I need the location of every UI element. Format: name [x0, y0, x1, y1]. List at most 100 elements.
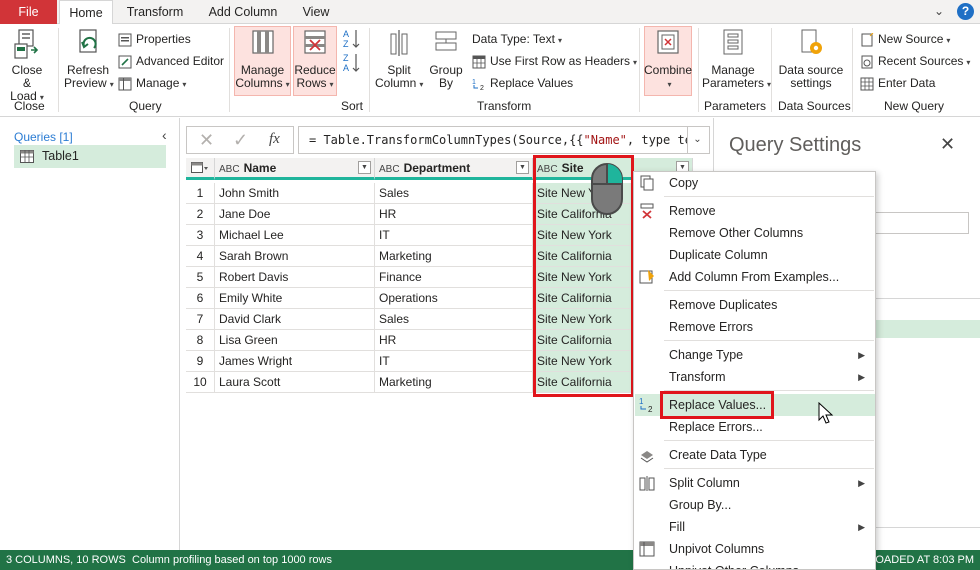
combine-button[interactable]: Combine ▾	[644, 28, 692, 91]
menu-item-label: Split Column	[669, 476, 740, 490]
menu-item-fill[interactable]: Fill ▶	[634, 516, 875, 538]
cell-name[interactable]: Emily White	[215, 288, 375, 309]
status-profiling[interactable]: Column profiling based on top 1000 rows	[132, 550, 332, 570]
replace-values-button[interactable]: 1 2 Replace Values	[472, 74, 573, 92]
sort-ascending-button[interactable]: AZ	[343, 28, 361, 49]
menu-item-remove[interactable]: Remove	[634, 200, 875, 222]
text-type-icon[interactable]: ABC	[537, 164, 558, 175]
manage-parameters-button[interactable]: Manage Parameters ▾	[702, 28, 771, 91]
tab-transform[interactable]: Transform	[118, 0, 192, 24]
table-menu-button[interactable]	[186, 158, 215, 180]
tab-file[interactable]: File	[0, 0, 57, 24]
recent-sources-button[interactable]: Recent Sources ▾	[860, 52, 970, 70]
cell-name[interactable]: James Wright	[215, 351, 375, 372]
cell-department[interactable]: HR	[375, 204, 533, 225]
cell-name[interactable]: David Clark	[215, 309, 375, 330]
query-name-input[interactable]	[874, 212, 969, 234]
row-number[interactable]: 10	[186, 372, 215, 393]
manage-parameters-label-1: Manage	[711, 63, 755, 77]
filter-dropdown-icon[interactable]: ▼	[516, 161, 529, 174]
tab-add-column[interactable]: Add Column	[198, 0, 288, 24]
cell-department[interactable]: IT	[375, 351, 533, 372]
formula-expand-chevron-icon[interactable]: ⌄	[686, 126, 710, 154]
menu-item-unpivot-other-columns[interactable]: Unpivot Other Columns	[634, 560, 875, 569]
cell-department[interactable]: Marketing	[375, 246, 533, 267]
properties-button[interactable]: Properties	[118, 30, 191, 48]
row-number[interactable]: 6	[186, 288, 215, 309]
row-number[interactable]: 8	[186, 330, 215, 351]
cell-name[interactable]: Michael Lee	[215, 225, 375, 246]
menu-item-remove-duplicates[interactable]: Remove Duplicates	[634, 294, 875, 316]
recent-sources-label: Recent Sources	[878, 54, 964, 68]
cell-name[interactable]: Sarah Brown	[215, 246, 375, 267]
menu-item-replace-errors[interactable]: Replace Errors...	[634, 416, 875, 438]
menu-item-split-column[interactable]: Split Column ▶	[634, 472, 875, 494]
filter-dropdown-icon[interactable]: ▼	[358, 161, 371, 174]
reduce-rows-button[interactable]: Reduce Rows ▾	[294, 28, 336, 91]
row-number[interactable]: 9	[186, 351, 215, 372]
text-type-icon[interactable]: ABC	[379, 164, 400, 175]
row-number[interactable]: 2	[186, 204, 215, 225]
row-number[interactable]: 7	[186, 309, 215, 330]
row-number[interactable]: 1	[186, 183, 215, 204]
row-number[interactable]: 5	[186, 267, 215, 288]
use-first-row-headers-button[interactable]: Use First Row as Headers ▾	[472, 52, 637, 70]
menu-item-change-type[interactable]: Change Type ▶	[634, 344, 875, 366]
cell-name[interactable]: Robert Davis	[215, 267, 375, 288]
menu-item-duplicate-column[interactable]: Duplicate Column	[634, 244, 875, 266]
close-icon[interactable]: ✕	[940, 134, 955, 155]
help-icon[interactable]: ?	[957, 3, 974, 20]
close-and-load-button[interactable]: Close & Load ▾	[6, 28, 48, 104]
row-number[interactable]: 4	[186, 246, 215, 267]
menu-item-group-by[interactable]: Group By...	[634, 494, 875, 516]
cell-department[interactable]: HR	[375, 330, 533, 351]
column-header-name[interactable]: ABC Name ▼	[215, 158, 375, 180]
data-type-dropdown[interactable]: Data Type: Text ▾	[472, 30, 562, 48]
cell-department[interactable]: Operations	[375, 288, 533, 309]
menu-item-remove-other-columns[interactable]: Remove Other Columns	[634, 222, 875, 244]
cell-department[interactable]: Marketing	[375, 372, 533, 393]
cell-department[interactable]: Sales	[375, 183, 533, 204]
new-source-button[interactable]: New Source ▾	[860, 30, 950, 48]
cell-department[interactable]: Sales	[375, 309, 533, 330]
split-column-button[interactable]: Split Column ▾	[375, 28, 423, 91]
cell-department[interactable]: Finance	[375, 267, 533, 288]
menu-item-create-data-type[interactable]: Create Data Type	[634, 444, 875, 466]
submenu-arrow-icon: ▶	[858, 522, 865, 532]
menu-item-copy[interactable]: Copy	[634, 172, 875, 194]
ribbon-collapse-chevron-icon[interactable]: ⌄	[932, 4, 946, 18]
fx-icon[interactable]: fx	[269, 131, 280, 148]
cell-name[interactable]: Jane Doe	[215, 204, 375, 225]
menu-item-add-column-from-examples[interactable]: Add Column From Examples...	[634, 266, 875, 288]
cell-name[interactable]: Lisa Green	[215, 330, 375, 351]
reduce-rows-icon	[304, 30, 326, 54]
ribbon-tab-bar: File Home Transform Add Column View ⌄ ?	[0, 0, 980, 25]
cell-name[interactable]: John Smith	[215, 183, 375, 204]
group-by-button[interactable]: Group By	[426, 28, 466, 90]
menu-item-unpivot-columns[interactable]: Unpivot Columns	[634, 538, 875, 560]
sort-descending-button[interactable]: ZA	[343, 52, 361, 73]
query-item-table1[interactable]: Table1	[14, 145, 166, 168]
tab-home[interactable]: Home	[59, 0, 113, 25]
row-number[interactable]: 3	[186, 225, 215, 246]
enter-data-button[interactable]: Enter Data	[860, 74, 935, 92]
commit-icon[interactable]: ✓	[233, 130, 248, 151]
column-header-department[interactable]: ABC Department ▼	[375, 158, 533, 180]
menu-item-remove-errors[interactable]: Remove Errors	[634, 316, 875, 338]
cell-name[interactable]: Laura Scott	[215, 372, 375, 393]
advanced-editor-button[interactable]: Advanced Editor	[118, 52, 224, 70]
menu-item-transform[interactable]: Transform ▶	[634, 366, 875, 388]
data-source-settings-button[interactable]: Data source settings	[776, 28, 846, 90]
formula-prefix: = Table.TransformColumnTypes(Source,{{	[309, 133, 584, 147]
collapse-chevron-icon[interactable]: ‹	[162, 127, 167, 143]
cancel-icon[interactable]: ✕	[199, 130, 214, 151]
cell-department[interactable]: IT	[375, 225, 533, 246]
manage-columns-button[interactable]: Manage Columns ▾	[235, 28, 290, 91]
applied-step-selected[interactable]	[874, 320, 980, 338]
text-type-icon[interactable]: ABC	[219, 164, 240, 175]
tab-view[interactable]: View	[294, 0, 338, 24]
formula-input[interactable]: = Table.TransformColumnTypes(Source,{{"N…	[298, 126, 688, 154]
manage-button[interactable]: Manage ▾	[118, 74, 186, 92]
refresh-preview-button[interactable]: Refresh Preview ▾	[64, 28, 114, 91]
manage-parameters-label-2: Parameters	[702, 76, 765, 90]
